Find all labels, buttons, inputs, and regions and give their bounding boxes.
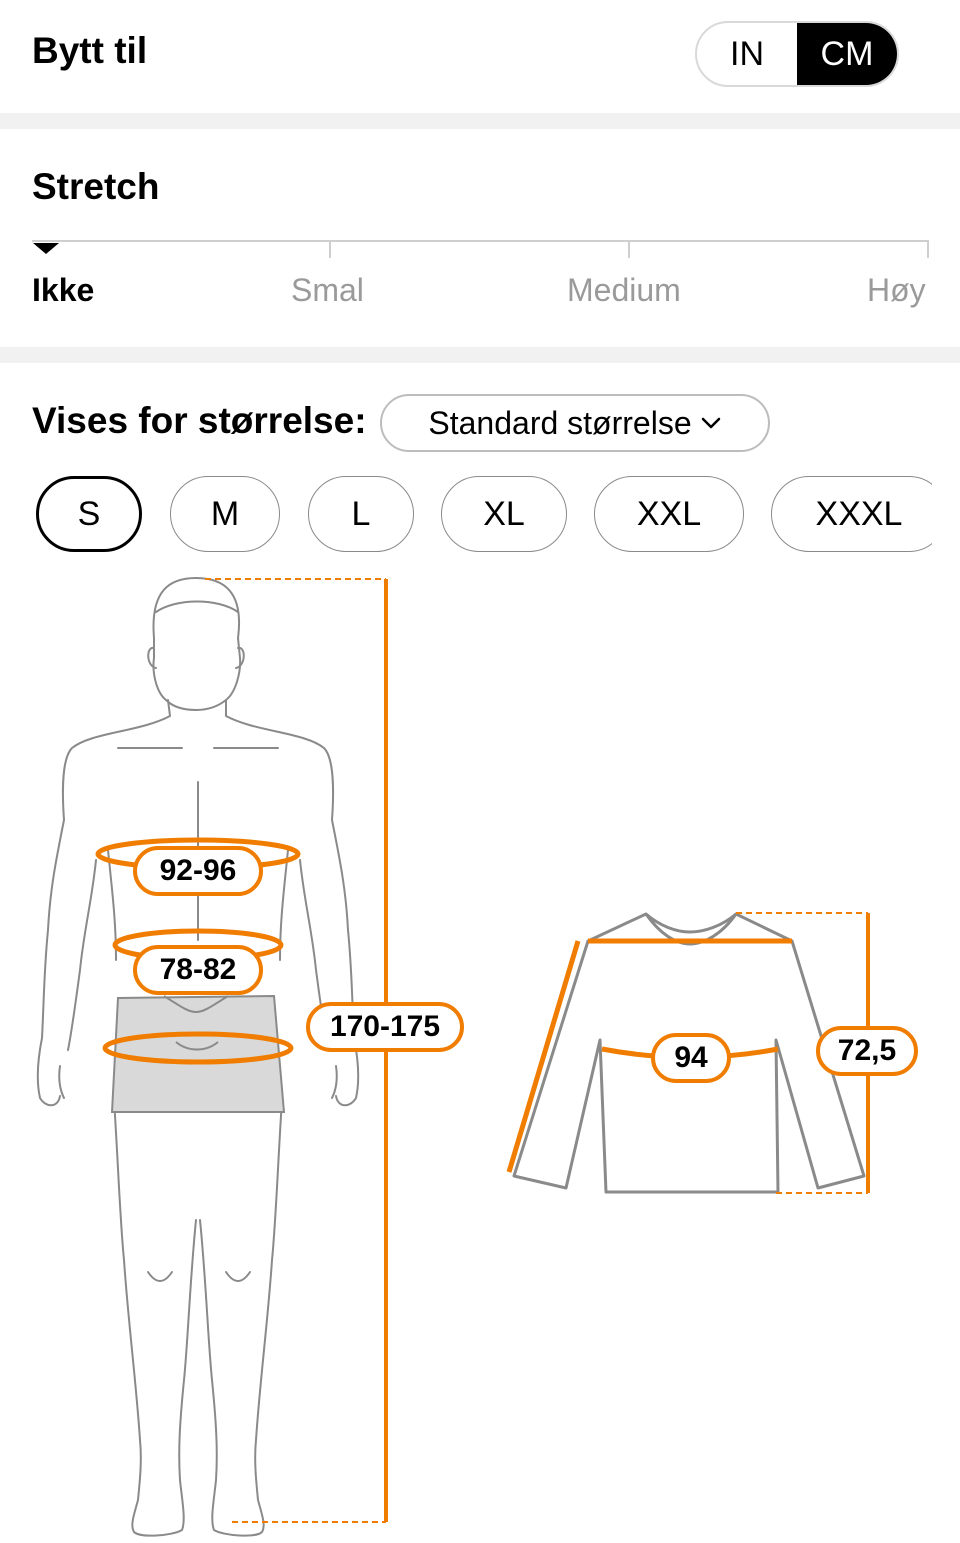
stretch-title: Stretch [32,166,160,207]
stretch-level-medium: Medium [567,272,681,308]
chevron-down-icon [701,417,720,429]
size-chip-xxl[interactable]: XXL [594,476,744,552]
size-selector-label: Vises for størrelse: [32,400,367,441]
unit-switch-title: Bytt til [32,30,148,71]
size-chip-row[interactable]: S M L XL XXL XXXL [0,470,932,560]
stretch-level-ikke: Ikke [32,272,95,308]
unit-option-in[interactable]: IN [697,23,797,85]
size-chip-s[interactable]: S [36,476,142,552]
sleeve-line [506,940,581,1173]
section-divider [0,113,960,129]
unit-option-cm[interactable]: CM [797,23,897,85]
stretch-tick [628,240,630,258]
stretch-tick [927,240,929,258]
unit-toggle[interactable]: IN CM [695,21,899,87]
body-waist-measurement: 78-82 [133,945,263,995]
body-chest-measurement: 92-96 [133,846,263,896]
size-chip-m[interactable]: M [170,476,280,552]
garment-length-measurement: 72,5 [816,1026,918,1076]
stretch-level-smal: Smal [291,272,364,308]
measurement-illustration: 92-96 78-82 170-175 94 72,5 [0,560,960,1543]
size-dropdown-value: Standard størrelse [428,404,692,441]
section-divider [0,347,960,363]
size-standard-dropdown[interactable]: Standard størrelse [380,394,770,452]
size-chip-xl[interactable]: XL [441,476,567,552]
shorts-icon [110,994,286,1113]
stretch-marker-icon [33,243,59,254]
stretch-level-hoy: Høy [867,272,926,308]
body-height-measurement: 170-175 [306,1002,464,1052]
stretch-tick [329,240,331,258]
size-chip-l[interactable]: L [308,476,414,552]
unit-switch-section: Bytt til IN CM [0,0,960,113]
garment-chest-measurement: 94 [651,1033,731,1083]
stretch-scale [32,240,929,242]
size-chip-xxxl[interactable]: XXXL [771,476,932,552]
